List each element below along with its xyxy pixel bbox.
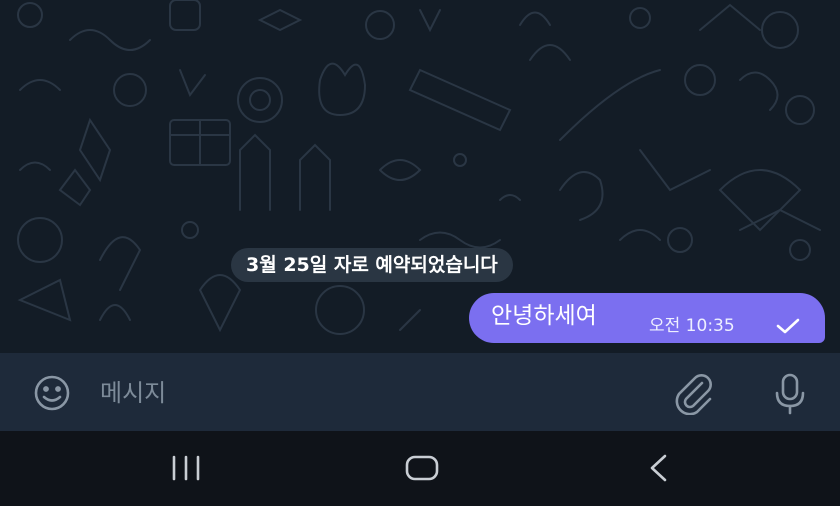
back-icon[interactable]	[632, 449, 684, 487]
home-icon[interactable]	[396, 449, 448, 487]
message-text: 안녕하세여	[491, 303, 597, 329]
chat-area[interactable]: 3월 25일 자로 예약되었습니다 안녕하세여 오전 10:35	[0, 0, 840, 353]
message-time: 오전 10:35	[649, 316, 735, 336]
microphone-icon[interactable]	[768, 369, 812, 417]
paperclip-icon[interactable]	[670, 371, 716, 415]
system-navigation-bar	[0, 431, 840, 506]
date-separator: 3월 25일 자로 예약되었습니다	[231, 248, 513, 282]
emoji-icon[interactable]	[28, 373, 76, 413]
check-icon	[776, 318, 800, 334]
message-input[interactable]	[100, 373, 640, 413]
message-composer	[0, 353, 840, 431]
recent-apps-icon[interactable]	[160, 449, 212, 487]
message-bubble-outgoing[interactable]: 안녕하세여 오전 10:35	[469, 293, 825, 343]
